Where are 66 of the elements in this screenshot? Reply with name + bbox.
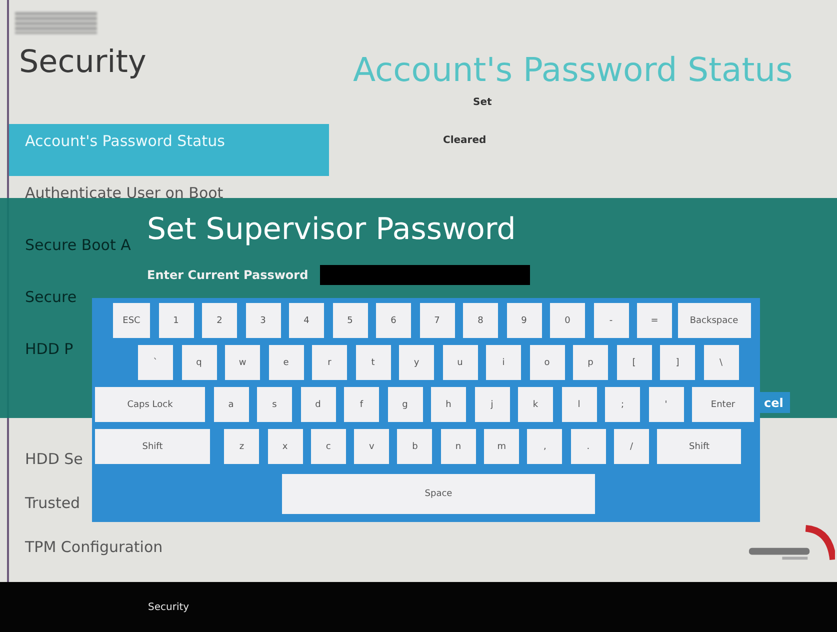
keyboard-key[interactable]: 5	[332, 303, 368, 338]
cancel-button[interactable]: cel	[760, 392, 790, 413]
keyboard-key[interactable]: Space	[282, 474, 595, 514]
keyboard-key[interactable]: h	[431, 387, 466, 422]
keyboard-key[interactable]: p	[573, 345, 608, 380]
keyboard-key[interactable]: .	[570, 429, 606, 464]
keyboard-key[interactable]: '	[648, 387, 684, 422]
password-field[interactable]	[320, 265, 530, 285]
keyboard-key[interactable]: i	[486, 345, 521, 380]
keyboard-key[interactable]: Backspace	[678, 303, 750, 338]
keyboard-key[interactable]: z	[224, 429, 260, 464]
keyboard-key[interactable]: 4	[289, 303, 324, 338]
keyboard-key[interactable]: /	[614, 429, 649, 464]
keyboard-key[interactable]: t	[356, 345, 390, 380]
keyboard-key[interactable]: 2	[202, 303, 237, 338]
keyboard-key[interactable]: ]	[660, 345, 695, 380]
keyboard-key[interactable]: g	[388, 387, 422, 422]
dialog-title: Set Supervisor Password	[147, 212, 517, 247]
keyboard-key[interactable]: x	[268, 429, 303, 464]
field-label: Enter Current Password	[147, 268, 308, 282]
page-title: Account's Password Status	[353, 50, 794, 89]
keyboard-key[interactable]: u	[442, 345, 478, 380]
keyboard-key[interactable]: 9	[506, 303, 542, 338]
keyboard-key[interactable]: y	[399, 345, 434, 380]
sidebar-item[interactable]: Trusted	[9, 486, 80, 530]
section-title: Security	[19, 44, 148, 82]
sidebar-item[interactable]: HDD Se	[9, 442, 83, 486]
keyboard-key[interactable]: w	[225, 345, 260, 380]
keyboard-key[interactable]: `	[138, 345, 173, 380]
keyboard-key[interactable]: ,	[527, 429, 562, 464]
keyboard-key[interactable]: 0	[550, 303, 585, 338]
keyboard-key[interactable]: o	[530, 345, 564, 380]
keyboard-key[interactable]: 3	[246, 303, 280, 338]
keyboard-key[interactable]: d	[300, 387, 336, 422]
keyboard-key[interactable]: q	[182, 345, 216, 380]
keyboard-key[interactable]: \	[704, 345, 738, 380]
keyboard-key[interactable]: 7	[420, 303, 454, 338]
keyboard-key[interactable]: -	[594, 303, 628, 338]
keyboard-key[interactable]: Shift	[95, 429, 210, 464]
keyboard-key[interactable]: [	[616, 345, 652, 380]
keyboard-key[interactable]: ESC	[113, 303, 150, 338]
keyboard-key[interactable]: m	[484, 429, 520, 464]
status-value: Cleared	[443, 135, 488, 146]
keyboard-key[interactable]: 1	[158, 303, 194, 338]
keyboard-key[interactable]: j	[474, 387, 510, 422]
keyboard-key[interactable]: Shift	[657, 429, 742, 464]
keyboard-key[interactable]: e	[268, 345, 304, 380]
keyboard-key[interactable]: =	[637, 303, 672, 338]
sidebar-item[interactable]: TPM Configuration	[9, 530, 163, 582]
keyboard-key[interactable]: k	[518, 387, 553, 422]
keyboard-key[interactable]: Caps Lock	[95, 387, 205, 422]
keyboard-key[interactable]: Enter	[692, 387, 754, 422]
tab[interactable]: Security	[148, 602, 190, 612]
keyboard-key[interactable]: ;	[605, 387, 640, 422]
keyboard-key[interactable]: n	[440, 429, 476, 464]
keyboard-key[interactable]: r	[312, 345, 347, 380]
status-value: Set	[473, 97, 493, 108]
keyboard-key[interactable]: s	[257, 387, 292, 422]
keyboard-key[interactable]: 8	[463, 303, 498, 338]
keyboard-key[interactable]: v	[354, 429, 390, 464]
keyboard-key[interactable]: a	[214, 387, 248, 422]
keyboard-key[interactable]: f	[344, 387, 379, 422]
keyboard-key[interactable]: l	[562, 387, 596, 422]
keyboard-key[interactable]: c	[310, 429, 346, 464]
keyboard-key[interactable]: 6	[376, 303, 411, 338]
keyboard-key[interactable]: b	[397, 429, 432, 464]
